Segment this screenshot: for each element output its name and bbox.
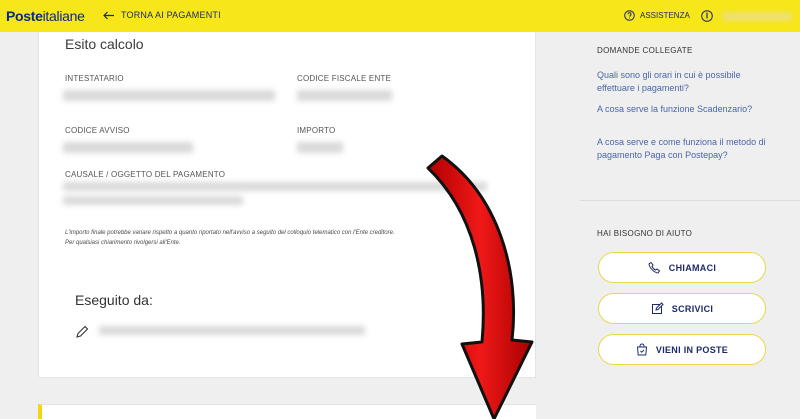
edit-note-icon — [651, 302, 664, 314]
visit-post-office-label: VIENI IN POSTE — [655, 344, 729, 355]
arrow-left-icon — [103, 11, 114, 19]
amount-value-redacted — [297, 142, 343, 153]
call-us-button[interactable]: CHIAMACI — [598, 252, 766, 283]
pencil-icon — [76, 325, 89, 338]
write-us-button[interactable]: SCRIVICI — [598, 293, 766, 324]
visit-post-office-button[interactable]: VIENI IN POSTE — [598, 334, 766, 365]
poste-italiane-logo[interactable]: Posteitaliane — [6, 8, 85, 24]
executed-by-label: Eseguito da: — [75, 292, 153, 308]
holder-label: INTESTATARIO — [65, 74, 124, 83]
faq-link-payment-hours[interactable]: Quali sono gli orari in cui è possibile … — [597, 69, 767, 95]
assistance-link[interactable]: ASSISTENZA — [624, 10, 690, 21]
faq-link-postepay[interactable]: A cosa serve e come funziona il metodo d… — [597, 136, 767, 162]
payment-result-card: Esito calcolo INTESTATARIO CODICE FISCAL… — [38, 32, 536, 378]
reason-line2-redacted — [63, 196, 243, 205]
related-questions-heading: DOMANDE COLLEGATE — [597, 46, 693, 55]
logo-bold-text: Poste — [6, 8, 43, 24]
next-section-card — [38, 404, 536, 419]
user-name-redacted — [722, 12, 792, 21]
holder-value-redacted — [63, 90, 275, 101]
top-bar: Posteitaliane TORNA AI PAGAMENTI ASSISTE… — [0, 0, 800, 32]
sidebar-divider — [580, 200, 800, 201]
shopping-bag-icon — [636, 343, 647, 356]
reason-line1-redacted — [63, 182, 487, 191]
phone-icon — [648, 261, 660, 274]
write-us-label: SCRIVICI — [671, 303, 714, 314]
notice-code-value-redacted — [63, 142, 193, 153]
logo-regular-text: italiane — [42, 8, 85, 24]
faq-link-scadenzario[interactable]: A cosa serve la funzione Scadenzario? — [597, 103, 767, 116]
executor-value-redacted — [99, 326, 365, 335]
reason-label: CAUSALE / OGGETTO DEL PAGAMENTO — [65, 170, 226, 179]
page-title: Esito calcolo — [65, 36, 144, 52]
user-profile-icon[interactable] — [701, 10, 713, 22]
amount-disclaimer: L'importo finale potrebbe variare rispet… — [65, 228, 395, 248]
call-us-label: CHIAMACI — [668, 262, 717, 273]
assistance-label: ASSISTENZA — [640, 11, 690, 20]
back-label: TORNA AI PAGAMENTI — [121, 10, 221, 20]
back-to-payments-link[interactable]: TORNA AI PAGAMENTI — [103, 10, 221, 20]
notice-code-label: CODICE AVVISO — [65, 126, 130, 135]
tax-code-value-redacted — [297, 90, 392, 101]
amount-label: IMPORTO — [297, 126, 336, 135]
tax-code-label: CODICE FISCALE ENTE — [297, 74, 392, 83]
help-heading: HAI BISOGNO DI AIUTO — [597, 229, 693, 238]
help-circle-icon — [624, 10, 635, 21]
disclaimer-line-1: L'importo finale potrebbe variare rispet… — [65, 230, 395, 236]
disclaimer-line-2: Per qualsiasi chiarimento rivolgersi all… — [65, 240, 181, 246]
